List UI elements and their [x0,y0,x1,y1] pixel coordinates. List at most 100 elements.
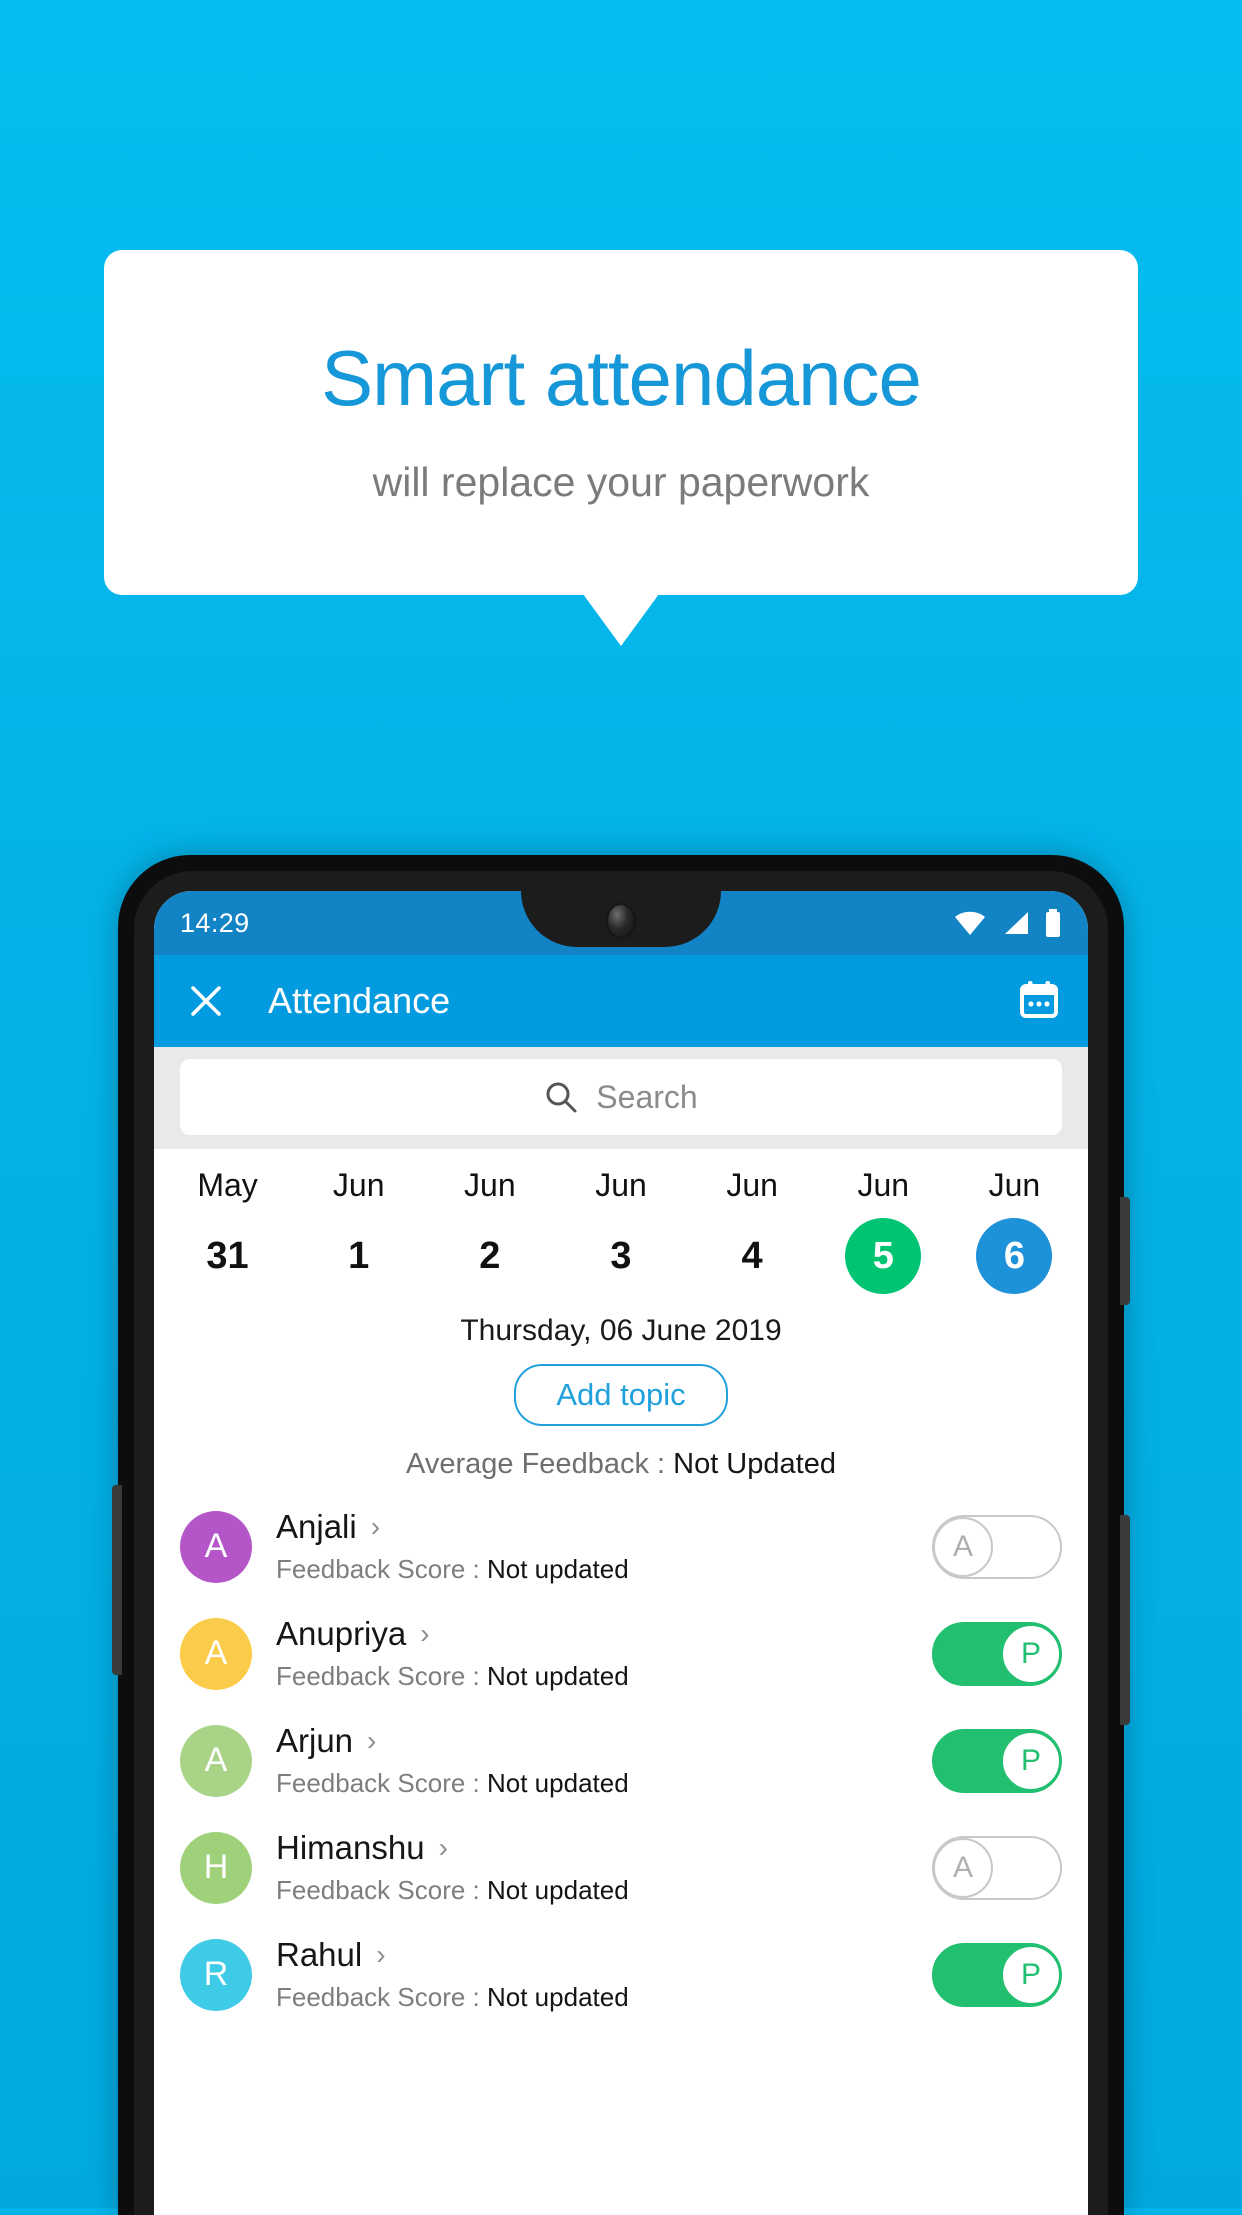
feedback-score-label: Feedback Score : [276,1554,487,1584]
date-month-label: Jun [332,1167,385,1203]
wifi-icon [955,911,985,935]
avatar: H [180,1831,252,1904]
feedback-score-value: Not updated [487,1982,629,2012]
promo-bubble-tail [583,594,659,646]
student-list: A Anjali › Feedback Score : Not updated A A An… [154,1493,1088,2028]
student-info: Anupriya › Feedback Score : Not updated [276,1615,932,1692]
attendance-toggle[interactable]: P [932,1942,1062,2007]
feedback-score-label: Feedback Score : [276,1875,487,1905]
date-day-number: 5 [845,1218,922,1294]
date-cell[interactable]: Jun 3 [555,1167,686,1294]
student-row[interactable]: A Anjali › Feedback Score : Not updated A [154,1493,1088,1600]
close-icon [191,986,221,1016]
student-name: Rahul [276,1936,363,1973]
chevron-right-icon[interactable]: › [367,1727,376,1755]
promo-headline: Smart attendance [321,334,922,422]
feedback-score-label: Feedback Score : [276,1661,487,1691]
attendance-toggle-knob: P [1001,1623,1061,1684]
feedback-score: Feedback Score : Not updated [276,1875,932,1906]
student-name-line: Himanshu › [276,1829,932,1867]
search-area: Search [154,1047,1088,1149]
student-name: Himanshu [276,1829,425,1866]
date-month-label: Jun [988,1167,1041,1203]
close-button[interactable] [180,981,232,1021]
calendar-button[interactable] [1016,978,1062,1024]
phone-left-button[interactable] [112,1485,122,1675]
student-info: Anjali › Feedback Score : Not updated [276,1508,932,1585]
battery-icon [1046,909,1060,937]
attendance-toggle[interactable]: P [932,1621,1062,1686]
selected-date-label: Thursday, 06 June 2019 [460,1314,782,1347]
date-day-number: 4 [741,1234,763,1277]
date-month-label: Jun [726,1167,778,1203]
attendance-toggle-knob: A [933,1837,993,1898]
feedback-score-label: Feedback Score : [276,1768,487,1798]
front-camera [608,905,634,937]
student-name: Anjali [276,1508,357,1545]
student-info: Himanshu › Feedback Score : Not updated [276,1829,932,1906]
feedback-score-value: Not updated [487,1554,629,1584]
feedback-score-value: Not updated [487,1875,629,1905]
search-input[interactable]: Search [180,1059,1062,1135]
avatar: A [180,1510,252,1583]
phone-power-button[interactable] [1120,1515,1130,1725]
add-topic-button[interactable]: Add topic [514,1364,728,1426]
date-cell[interactable]: Jun 4 [687,1167,818,1294]
date-strip: May 31 Jun 1 Jun 2 Jun 3 Jun 4 Jun 5 Jun 6 [154,1149,1088,1302]
student-row[interactable]: A Arjun › Feedback Score : Not updated P [154,1707,1088,1814]
status-icon-group [954,909,1062,937]
student-name-line: Arjun › [276,1722,932,1760]
student-row[interactable]: A Anupriya › Feedback Score : Not updated P [154,1600,1088,1707]
feedback-score: Feedback Score : Not updated [276,1554,932,1585]
date-month-label: Jun [857,1167,910,1203]
feedback-score-value: Not updated [487,1768,629,1798]
student-row[interactable]: H Himanshu › Feedback Score : Not updated A [154,1814,1088,1921]
feedback-score-value: Not updated [487,1661,629,1691]
date-cell[interactable]: Jun 6 [949,1167,1080,1294]
student-info: Arjun › Feedback Score : Not updated [276,1722,932,1799]
page-title: Attendance [268,980,451,1021]
date-day-number: 3 [610,1234,632,1277]
attendance-toggle-knob: P [1001,1944,1061,2005]
chevron-right-icon[interactable]: › [371,1513,380,1541]
attendance-toggle[interactable]: P [932,1728,1062,1793]
status-clock: 14:29 [180,907,250,938]
attendance-toggle-knob: A [933,1516,993,1577]
date-cell[interactable]: Jun 5 [818,1167,949,1294]
add-topic-area: Add topic [154,1364,1088,1426]
date-cell[interactable]: May 31 [162,1167,293,1294]
status-bar: 14:29 [154,891,1088,955]
attendance-toggle[interactable]: A [932,1835,1062,1900]
phone-mockup: 14:29 Attendance Search May 31 Jun 1 Jun… [112,855,1130,2215]
chevron-right-icon[interactable]: › [439,1834,448,1862]
date-day-number: 31 [206,1234,249,1277]
search-placeholder: Search [596,1078,698,1115]
promo-subheadline: will replace your paperwork [372,459,870,505]
student-name: Anupriya [276,1615,407,1652]
average-feedback-label: Average Feedback : [406,1448,674,1480]
calendar-icon [1020,981,1058,1018]
date-month-label: Jun [595,1167,647,1203]
date-cell[interactable]: Jun 2 [424,1167,555,1294]
search-icon [546,1082,577,1113]
student-name-line: Anupriya › [276,1615,932,1653]
average-feedback-value: Not Updated [673,1448,836,1480]
phone-volume-button[interactable] [1120,1197,1130,1305]
avatar: A [180,1724,252,1797]
avatar: R [180,1938,252,2011]
chevron-right-icon[interactable]: › [376,1941,385,1969]
date-day-number: 2 [479,1234,501,1277]
avatar: A [180,1617,252,1690]
feedback-score: Feedback Score : Not updated [276,1982,932,2013]
phone-notch [488,891,754,947]
student-row[interactable]: R Rahul › Feedback Score : Not updated P [154,1921,1088,2028]
app-bar: Attendance [154,955,1088,1047]
student-name: Arjun [276,1722,354,1759]
chevron-right-icon[interactable]: › [420,1620,429,1648]
promo-bubble: Smart attendance will replace your paper… [104,250,1138,595]
date-cell[interactable]: Jun 1 [293,1167,424,1294]
phone-screen: 14:29 Attendance Search May 31 Jun 1 Jun… [154,891,1088,2215]
attendance-toggle[interactable]: A [932,1514,1062,1579]
student-name-line: Rahul › [276,1936,932,1974]
signal-icon [1005,912,1028,934]
